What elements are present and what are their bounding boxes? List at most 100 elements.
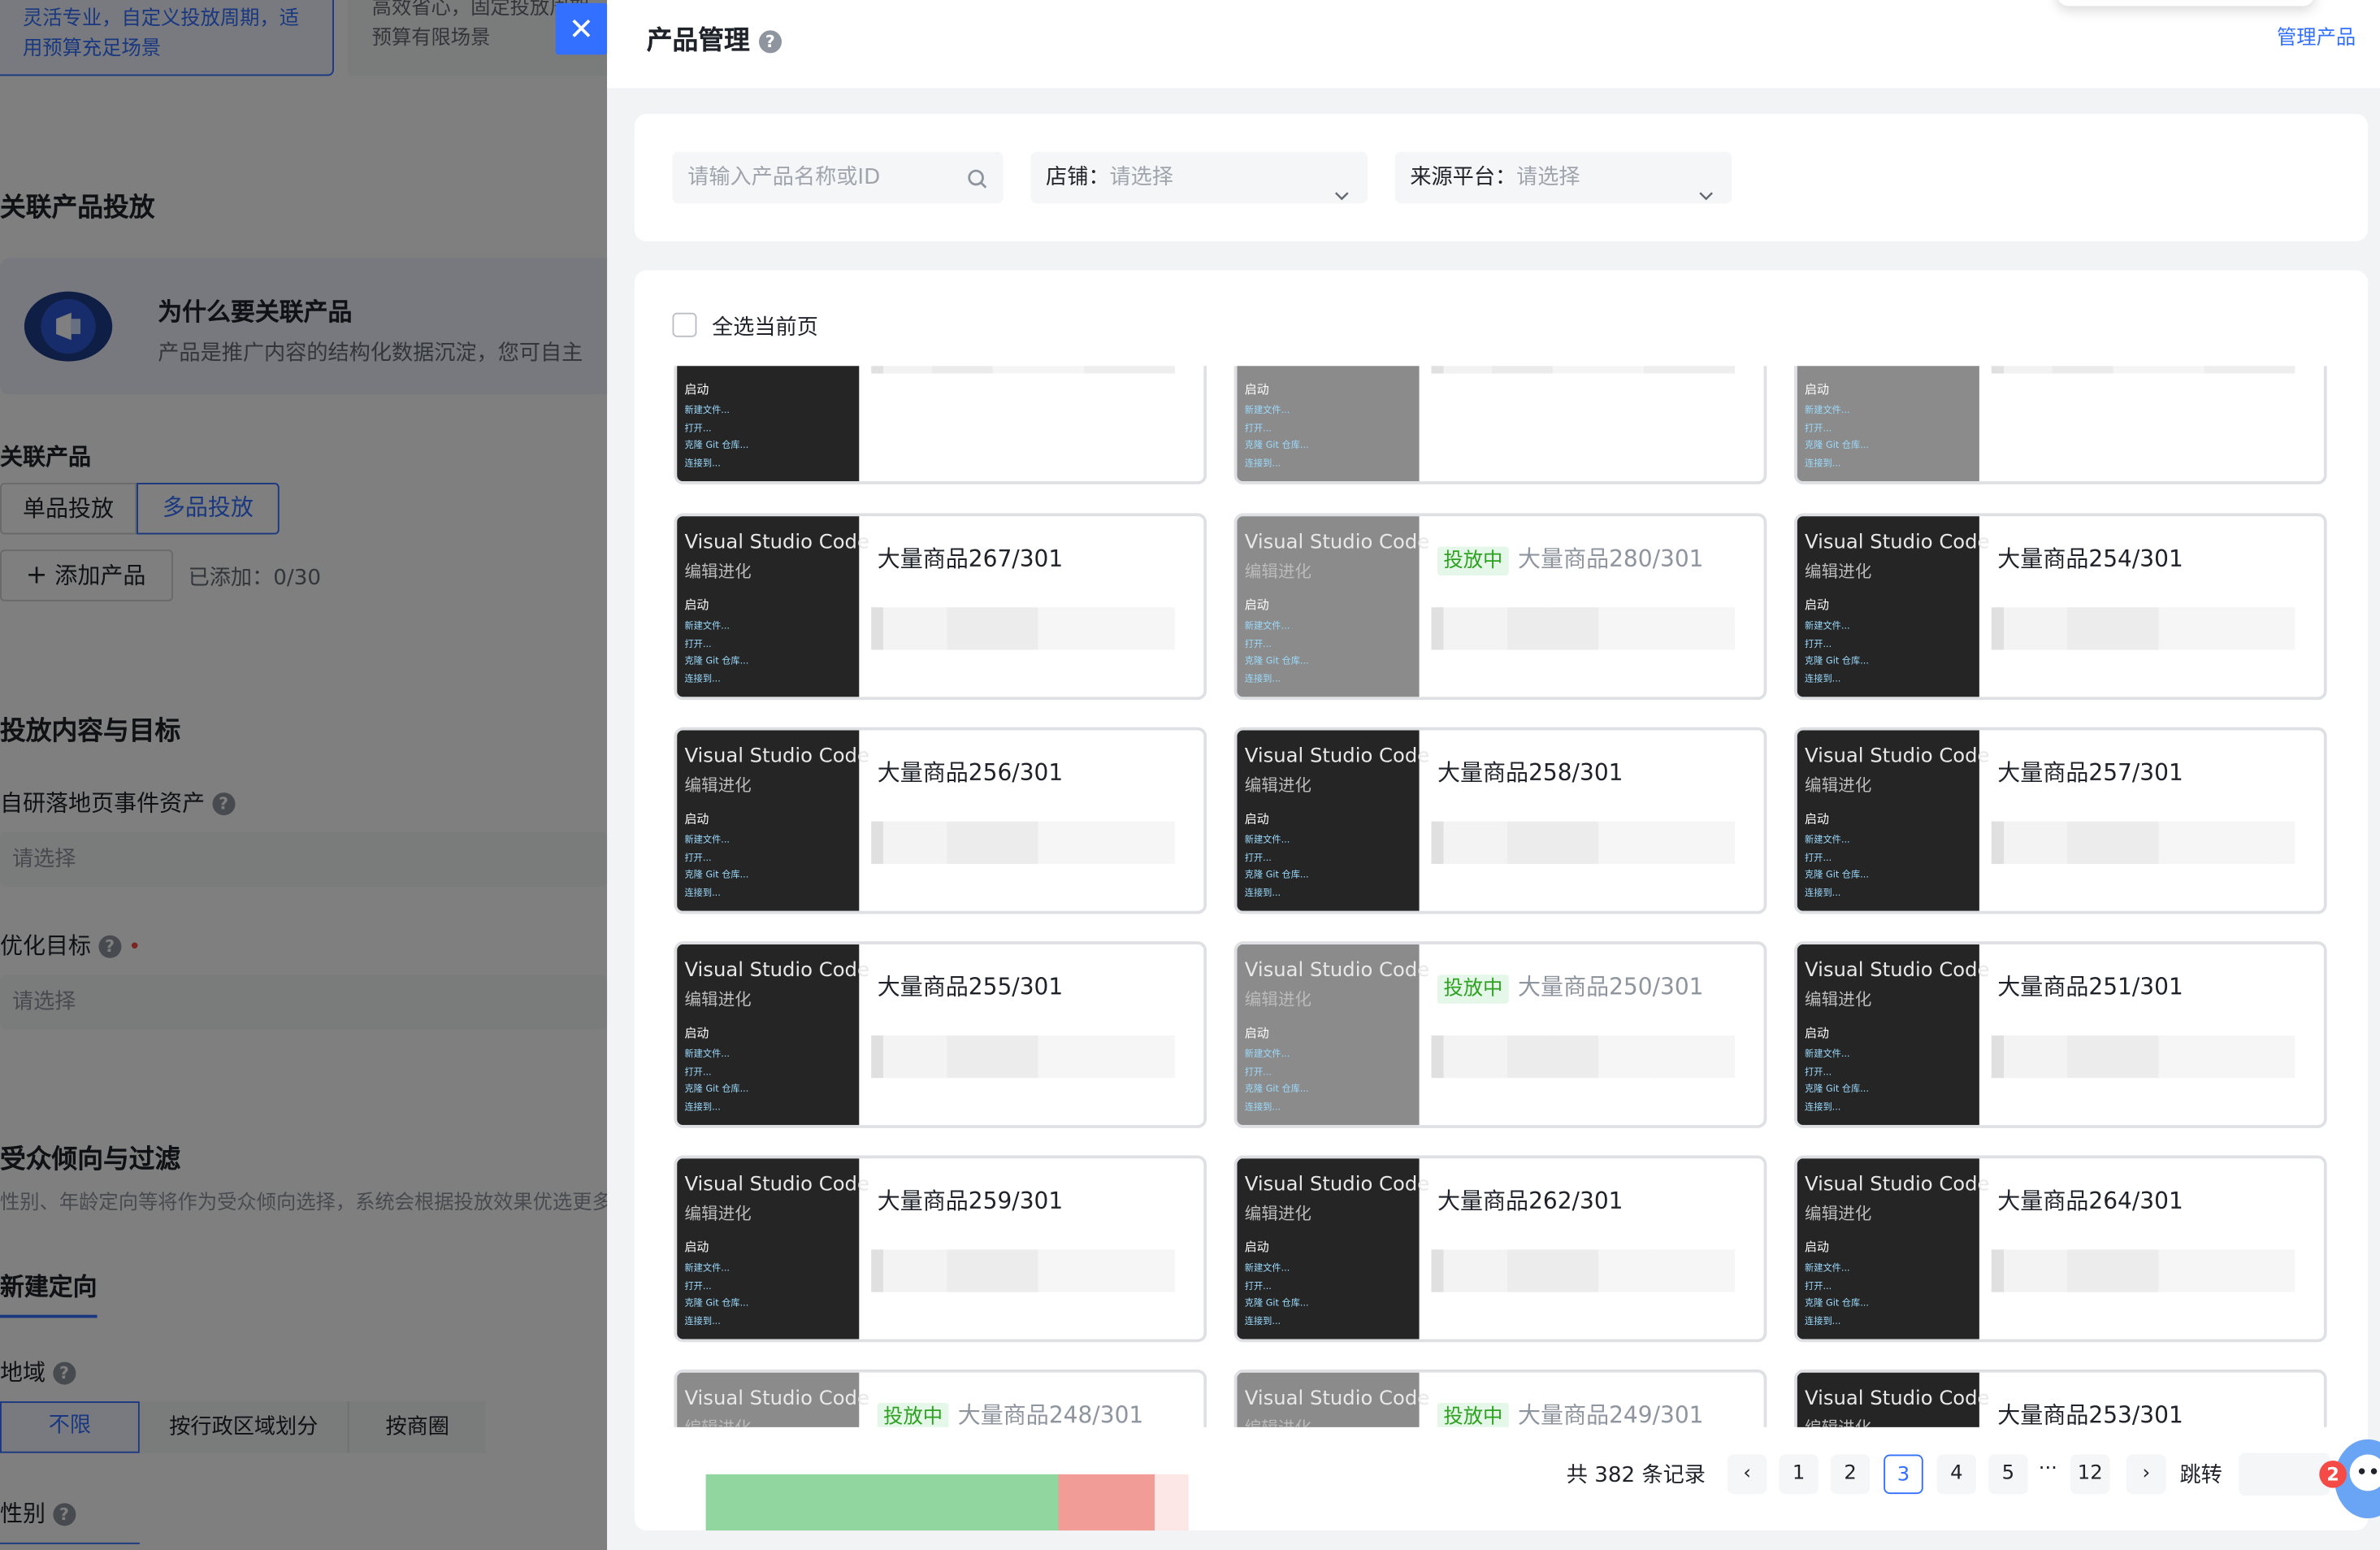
blurred-status-bar xyxy=(705,1474,1189,1530)
product-card[interactable]: Visual Studio Code编辑进化启动新建文件...打开...克隆 G… xyxy=(1233,941,1767,1128)
product-management-drawer: 产品管理 ? 管理产品 请输入产品名称或ID 店铺：请选择 来源平台：请选择 全… xyxy=(607,0,2380,1550)
blurred-product-info xyxy=(871,821,1175,864)
pagination-next[interactable]: › xyxy=(2126,1454,2166,1495)
product-thumbnail: Visual Studio Code编辑进化启动新建文件...打开...克隆 G… xyxy=(1237,1158,1429,1339)
product-thumbnail: Visual Studio Code编辑进化启动新建文件...打开...克隆 G… xyxy=(1797,1158,1990,1339)
blurred-product-info xyxy=(1431,607,1736,650)
thumb-start: 启动 xyxy=(684,1026,709,1040)
product-name: 大量商品262/301 xyxy=(1437,1187,1624,1215)
product-thumbnail: Visual Studio Code编辑进化启动新建文件...打开...克隆 G… xyxy=(1797,944,1990,1126)
pagination-page[interactable]: 1 xyxy=(1779,1454,1819,1495)
select-all-checkbox[interactable] xyxy=(672,312,697,337)
product-grid: Visual Studio Code编辑进化启动新建文件...打开...克隆 G… xyxy=(635,366,2368,1427)
search-icon[interactable] xyxy=(967,167,988,189)
pagination-jump-input[interactable] xyxy=(2239,1452,2330,1496)
thumb-menu: 新建文件... 打开... 克隆 Git 仓库... 连接到... xyxy=(684,402,748,472)
thumb-menu-item: 克隆 Git 仓库... xyxy=(1244,655,1309,667)
thumb-menu-item: 打开... xyxy=(684,1066,712,1078)
assistant-badge: 2 xyxy=(2319,1461,2347,1488)
platform-select[interactable]: 来源平台：请选择 xyxy=(1394,151,1732,204)
pagination-prev[interactable]: ‹ xyxy=(1727,1454,1767,1495)
product-title: 投放中 大量商品248/301 xyxy=(877,1398,1143,1427)
product-thumbnail: Visual Studio Code编辑进化启动新建文件...打开...克隆 G… xyxy=(677,366,860,482)
product-card[interactable]: Visual Studio Code编辑进化启动新建文件...打开...克隆 G… xyxy=(1793,1369,2327,1427)
product-card[interactable]: Visual Studio Code编辑进化启动新建文件...打开...克隆 G… xyxy=(1233,366,1767,484)
blurred-product-info xyxy=(1991,1035,2295,1079)
thumb-title: Visual Studio Code xyxy=(684,959,869,983)
product-thumbnail: Visual Studio Code编辑进化启动新建文件...打开...克隆 G… xyxy=(1797,516,1990,697)
thumb-menu-item: 打开... xyxy=(1244,852,1272,863)
product-thumbnail: Visual Studio Code编辑进化启动新建文件...打开...克隆 G… xyxy=(1237,730,1429,911)
shop-select[interactable]: 店铺：请选择 xyxy=(1030,151,1368,204)
thumb-menu-item: 连接到... xyxy=(684,673,721,684)
select-all-label: 全选当前页 xyxy=(712,315,818,341)
thumb-menu-item: 新建文件... xyxy=(684,621,730,632)
thumb-start: 启动 xyxy=(1805,812,1829,827)
product-card[interactable]: Visual Studio Code编辑进化启动新建文件...打开...克隆 G… xyxy=(674,513,1207,701)
thumb-menu: 新建文件... 打开... 克隆 Git 仓库... 连接到... xyxy=(1245,618,1309,688)
thumb-menu-item: 新建文件... xyxy=(1805,1049,1850,1060)
product-card[interactable]: Visual Studio Code编辑进化启动新建文件...打开...克隆 G… xyxy=(1233,1155,1767,1343)
close-drawer-button[interactable]: ✕ xyxy=(555,2,608,55)
product-card[interactable]: Visual Studio Code编辑进化启动新建文件...打开...克隆 G… xyxy=(1793,941,2327,1128)
help-icon[interactable]: ? xyxy=(758,29,782,53)
product-card[interactable]: Visual Studio Code编辑进化启动新建文件...打开...克隆 G… xyxy=(1233,513,1767,701)
product-card[interactable]: Visual Studio Code编辑进化启动新建文件...打开...克隆 G… xyxy=(674,366,1207,484)
search-input[interactable]: 请输入产品名称或ID xyxy=(672,151,1004,204)
product-card[interactable]: Visual Studio Code编辑进化启动新建文件...打开...克隆 G… xyxy=(1793,366,2327,484)
pagination-page[interactable]: 4 xyxy=(1936,1454,1977,1495)
product-name: 大量商品251/301 xyxy=(1997,973,2183,1001)
thumb-menu-item: 新建文件... xyxy=(1244,1049,1290,1060)
product-card[interactable]: Visual Studio Code编辑进化启动新建文件...打开...克隆 G… xyxy=(674,1369,1207,1427)
thumb-menu-item: 连接到... xyxy=(684,458,721,469)
thumb-menu-item: 克隆 Git 仓库... xyxy=(1805,1083,1869,1095)
product-list-panel: 全选当前页 Visual Studio Code编辑进化启动新建文件...打开.… xyxy=(634,270,2369,1530)
product-card[interactable]: Visual Studio Code编辑进化启动新建文件...打开...克隆 G… xyxy=(1793,513,2327,701)
thumb-menu-item: 连接到... xyxy=(1244,673,1281,684)
chevron-left-icon: ‹ xyxy=(1743,1461,1751,1485)
product-card[interactable]: Visual Studio Code编辑进化启动新建文件...打开...克隆 G… xyxy=(1233,727,1767,914)
thumb-menu-item: 新建文件... xyxy=(684,835,730,846)
thumb-menu-item: 克隆 Git 仓库... xyxy=(1805,870,1869,881)
product-thumbnail: Visual Studio Code编辑进化启动新建文件...打开...克隆 G… xyxy=(677,1372,869,1427)
product-name: 大量商品267/301 xyxy=(877,545,1064,573)
thumb-menu-item: 新建文件... xyxy=(1244,405,1290,416)
pagination-page[interactable]: 12 xyxy=(2070,1454,2110,1495)
thumb-menu-item: 克隆 Git 仓库... xyxy=(1244,1083,1309,1095)
product-card[interactable]: Visual Studio Code编辑进化启动新建文件...打开...克隆 G… xyxy=(1793,727,2327,914)
pagination-ellipsis[interactable]: ··· xyxy=(2039,1457,2057,1480)
blurred-product-info xyxy=(1991,1249,2295,1292)
thumb-title: Visual Studio Code xyxy=(1244,1387,1430,1411)
thumb-start: 启动 xyxy=(1244,382,1269,397)
product-card[interactable]: Visual Studio Code编辑进化启动新建文件...打开...克隆 G… xyxy=(1233,1369,1767,1427)
drawer-title: 产品管理 ? xyxy=(647,18,782,56)
product-title: 大量商品264/301 xyxy=(1997,1184,2183,1216)
product-card[interactable]: Visual Studio Code编辑进化启动新建文件...打开...克隆 G… xyxy=(674,727,1207,914)
pagination-page[interactable]: 5 xyxy=(1988,1454,2028,1495)
product-name: 大量商品255/301 xyxy=(877,973,1064,1001)
product-name: 大量商品259/301 xyxy=(877,1187,1064,1215)
thumb-subtitle: 编辑进化 xyxy=(684,775,752,796)
product-title: 大量商品253/301 xyxy=(1997,1398,2183,1427)
pagination-page[interactable]: 3 xyxy=(1884,1454,1923,1495)
blurred-product-info xyxy=(871,1035,1175,1079)
product-card[interactable]: Visual Studio Code编辑进化启动新建文件...打开...克隆 G… xyxy=(674,941,1207,1128)
manage-product-link[interactable]: 管理产品 xyxy=(2277,21,2356,50)
thumb-menu-item: 打开... xyxy=(684,638,712,649)
product-card[interactable]: Visual Studio Code编辑进化启动新建文件...打开...克隆 G… xyxy=(1793,1155,2327,1343)
thumb-menu: 新建文件... 打开... 克隆 Git 仓库... 连接到... xyxy=(1245,1046,1309,1116)
pagination-page[interactable]: 2 xyxy=(1830,1454,1871,1495)
product-name: 大量商品253/301 xyxy=(1997,1401,2183,1427)
thumb-title: Visual Studio Code xyxy=(1244,1173,1430,1196)
blurred-product-info xyxy=(1991,366,2295,374)
thumb-menu-item: 克隆 Git 仓库... xyxy=(684,655,749,667)
thumb-menu-item: 连接到... xyxy=(1244,458,1281,469)
modal-mask[interactable] xyxy=(0,0,608,1550)
thumb-subtitle: 编辑进化 xyxy=(1805,989,1872,1010)
chevron-down-icon xyxy=(1698,170,1714,222)
thumb-title: Visual Studio Code xyxy=(1805,1173,1990,1196)
thumb-subtitle: 编辑进化 xyxy=(1805,1204,1872,1224)
thumb-subtitle: 编辑进化 xyxy=(684,562,752,582)
chevron-down-icon xyxy=(1334,170,1350,222)
product-card[interactable]: Visual Studio Code编辑进化启动新建文件...打开...克隆 G… xyxy=(674,1155,1207,1343)
